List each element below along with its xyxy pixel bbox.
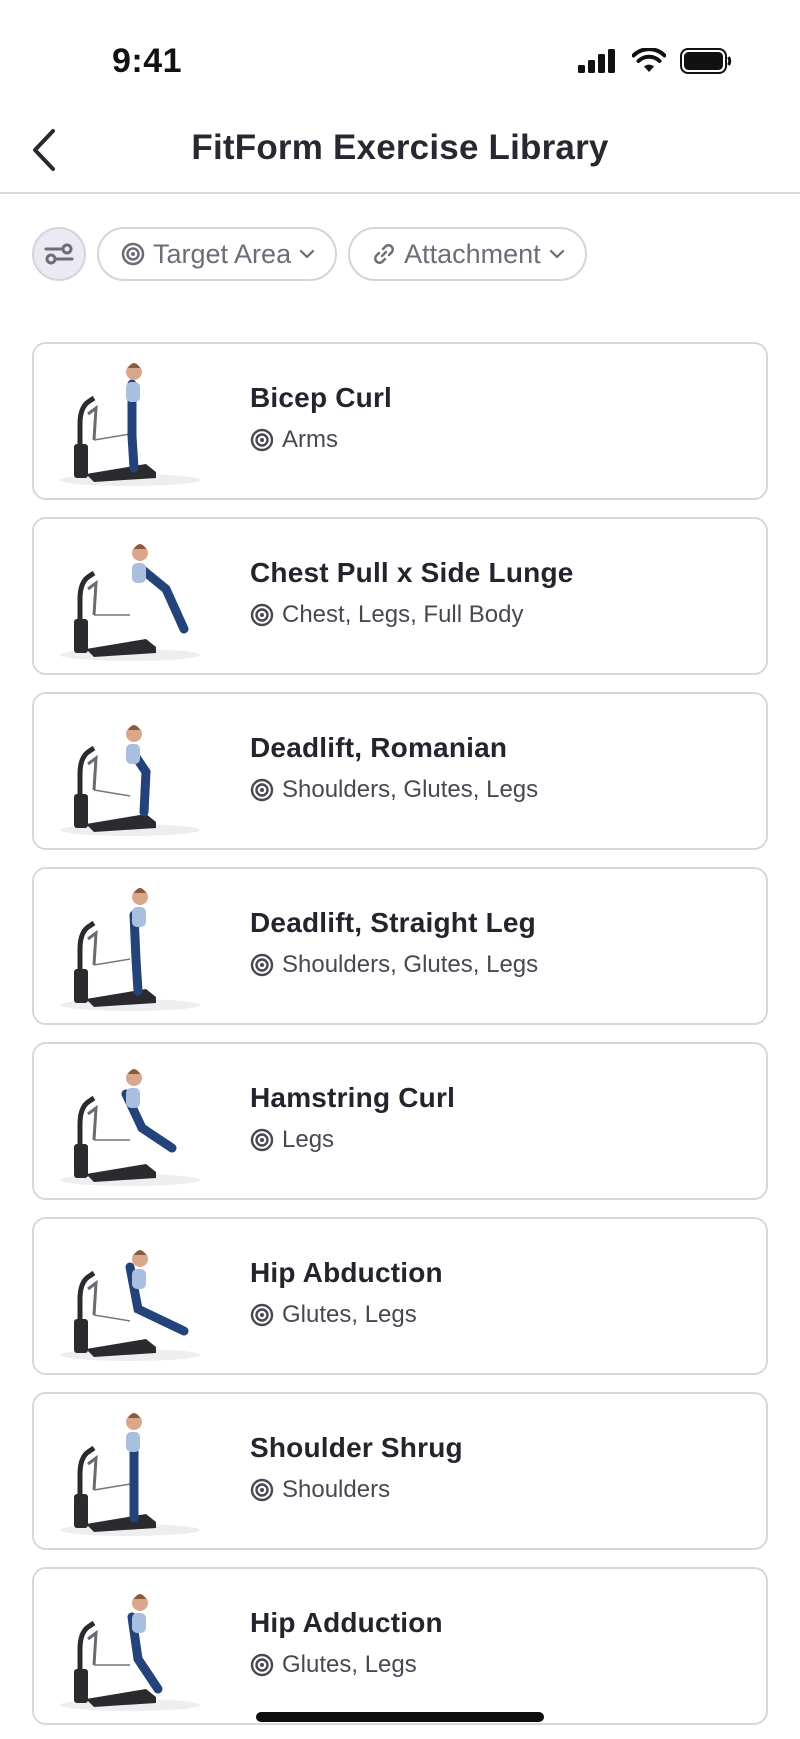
cellular-signal-icon — [578, 49, 615, 73]
filter-bar: Target Area Attachment — [32, 226, 587, 282]
exercise-card[interactable]: Hip Adduction Glutes, Legs — [32, 1567, 768, 1725]
exercise-name: Hip Adduction — [250, 1607, 443, 1638]
exercise-card[interactable]: Deadlift, Romanian Shoulders, Glutes, Leg… — [32, 692, 768, 850]
exercise-name: Chest Pull x Side Lunge — [250, 557, 574, 588]
exercise-thumbnail — [34, 344, 226, 498]
target-icon — [250, 778, 274, 802]
target-icon — [250, 428, 274, 452]
battery-icon — [680, 48, 732, 74]
target-icon — [121, 242, 145, 266]
exercise-card[interactable]: Shoulder Shrug Shoulders — [32, 1392, 768, 1550]
status-bar: 9:41 — [0, 0, 800, 110]
exercise-card[interactable]: Deadlift, Straight Leg Shoulders, Glutes,… — [32, 867, 768, 1025]
chevron-down-icon — [299, 249, 315, 259]
home-indicator — [256, 1712, 544, 1722]
exercise-target-areas: Legs — [250, 1126, 334, 1154]
target-icon — [250, 1653, 274, 1677]
exercise-target-label: Glutes, Legs — [282, 1651, 417, 1678]
sliders-icon — [44, 243, 74, 265]
exercise-name: Hamstring Curl — [250, 1082, 456, 1113]
exercise-thumbnail — [34, 1569, 226, 1723]
exercise-name: Shoulder Shrug — [250, 1432, 463, 1463]
exercise-target-label: Shoulders, Glutes, Legs — [282, 776, 539, 803]
exercise-card[interactable]: Chest Pull x Side Lunge Chest, Legs, Full… — [32, 517, 768, 675]
exercise-target-areas: Shoulders — [250, 1476, 390, 1504]
exercise-card[interactable]: Hip Abduction Glutes, Legs — [32, 1217, 768, 1375]
exercise-name: Bicep Curl — [250, 382, 393, 413]
target-icon — [250, 1303, 274, 1327]
exercise-name: Hip Abduction — [250, 1257, 443, 1288]
exercise-thumbnail — [34, 519, 226, 673]
status-icons — [578, 48, 732, 74]
wifi-icon — [632, 48, 666, 72]
chevron-down-icon — [549, 249, 564, 259]
attachment-label: Attachment — [404, 238, 541, 269]
attachment-filter[interactable]: Attachment — [348, 227, 587, 281]
exercise-thumbnail — [34, 694, 226, 848]
exercise-target-label: Legs — [282, 1126, 335, 1153]
exercise-name: Deadlift, Romanian — [250, 732, 508, 763]
exercise-target-areas: Arms — [250, 426, 338, 454]
exercise-target-label: Chest, Legs, Full Body — [282, 601, 524, 628]
exercise-thumbnail — [34, 869, 226, 1023]
exercise-target-areas: Glutes, Legs — [250, 1651, 417, 1679]
link-icon — [374, 244, 395, 264]
exercise-list: Bicep Curl Arms Chest Pull x Side Lunge Ch… — [32, 342, 768, 1739]
target-icon — [250, 603, 274, 627]
exercise-target-areas: Shoulders, Glutes, Legs — [250, 951, 538, 979]
exercise-target-label: Shoulders, Glutes, Legs — [282, 951, 539, 978]
filter-settings-button[interactable] — [32, 227, 86, 281]
exercise-card[interactable]: Hamstring Curl Legs — [32, 1042, 768, 1200]
exercise-thumbnail — [34, 1044, 226, 1198]
target-area-label: Target Area — [153, 238, 292, 269]
exercise-library-screen: 9:41 FitForm Exercise Library Target Are… — [0, 0, 800, 1739]
exercise-target-label: Glutes, Legs — [282, 1301, 417, 1328]
exercise-target-label: Arms — [282, 426, 338, 453]
exercise-name: Deadlift, Straight Leg — [250, 907, 536, 938]
exercise-target-areas: Chest, Legs, Full Body — [250, 601, 523, 629]
target-icon — [250, 953, 274, 977]
exercise-card[interactable]: Bicep Curl Arms — [32, 342, 768, 500]
navigation-bar: FitForm Exercise Library — [0, 110, 800, 194]
exercise-thumbnail — [34, 1219, 226, 1373]
target-icon — [250, 1128, 274, 1152]
target-area-filter[interactable]: Target Area — [97, 227, 338, 281]
exercise-target-label: Shoulders — [282, 1476, 391, 1503]
page-title: FitForm Exercise Library — [191, 128, 609, 167]
exercise-target-areas: Glutes, Legs — [250, 1301, 417, 1329]
exercise-thumbnail — [34, 1394, 226, 1548]
exercise-target-areas: Shoulders, Glutes, Legs — [250, 776, 538, 804]
status-time: 9:41 — [112, 42, 183, 80]
target-icon — [250, 1478, 274, 1502]
